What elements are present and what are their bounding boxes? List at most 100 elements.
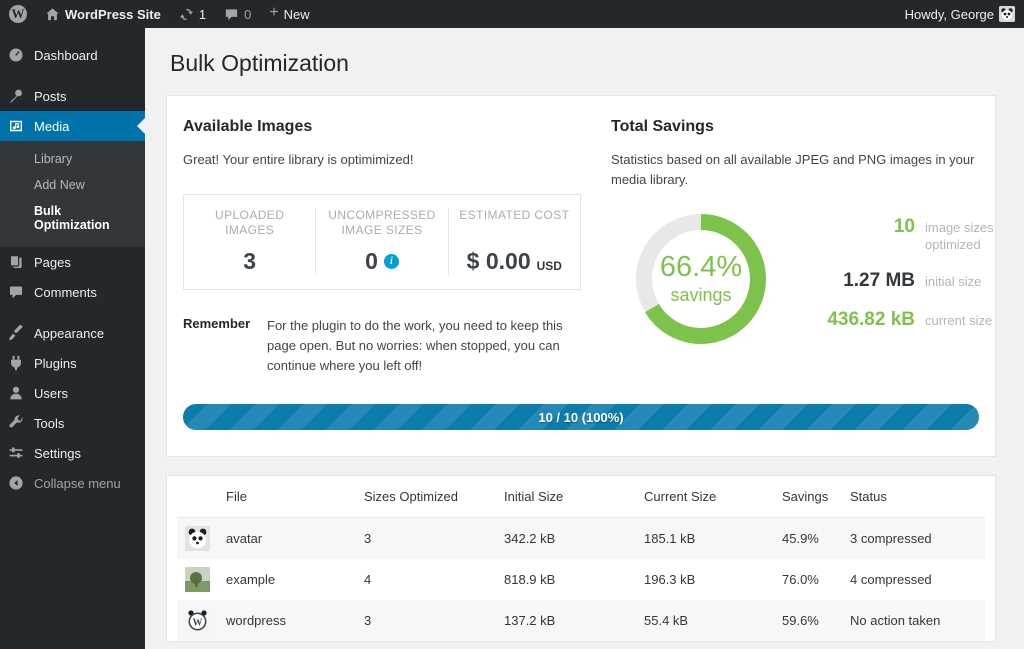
savings-percent: 66.4% (660, 253, 742, 282)
current-size: 196.3 kB (636, 559, 774, 600)
collapse-menu-button[interactable]: Collapse menu (0, 468, 145, 498)
dashboard-icon (8, 47, 25, 63)
sidebar-item-label: Tools (34, 416, 64, 431)
comments-menu[interactable]: 0 (215, 0, 260, 28)
current-size: 185.1 kB (636, 518, 774, 560)
initial-size: 137.2 kB (496, 600, 636, 641)
currency-suffix: USD (537, 259, 562, 273)
sizes-optimized: 3 (356, 518, 496, 560)
initial-size: 342.2 kB (496, 518, 636, 560)
status: 4 compressed (842, 559, 985, 600)
remember-text: For the plugin to do the work, you need … (267, 316, 581, 376)
sidebar-item-label: Appearance (34, 326, 104, 341)
sidebar-item-media[interactable]: Media (0, 111, 145, 141)
results-table: File Sizes Optimized Initial Size Curren… (177, 476, 985, 641)
sizes-optimized: 3 (356, 600, 496, 641)
stat-label: initial size (925, 274, 1024, 290)
bulk-progress-bar: 10 / 10 (100%) (183, 404, 979, 430)
thumbnail-example (185, 567, 210, 592)
main-content: Bulk Optimization Available Images Great… (145, 28, 1024, 649)
sidebar-item-plugins[interactable]: Plugins (0, 348, 145, 378)
thumbnail-wordpress: W (185, 608, 210, 633)
stat-label: UNCOMPRESSED IMAGE SIZES (322, 208, 441, 239)
stat-label: current size (925, 313, 1024, 329)
sidebar-item-label: Users (34, 386, 68, 401)
optimization-card: Available Images Great! Your entire libr… (166, 95, 996, 457)
plug-icon (8, 355, 25, 371)
stat-label: UPLOADED IMAGES (190, 208, 309, 239)
sidebar-item-tools[interactable]: Tools (0, 408, 145, 438)
header-file: File (218, 476, 356, 518)
donut-center-label: 66.4% savings (627, 205, 775, 353)
savings: 76.0% (774, 559, 842, 600)
savings: 59.6% (774, 600, 842, 641)
stat-label: ESTIMATED COST (455, 208, 574, 239)
admin-bar: W WordPress Site 1 0 + New Howdy, George (0, 0, 1024, 28)
current-size: 55.4 kB (636, 600, 774, 641)
table-header-row: File Sizes Optimized Initial Size Curren… (177, 476, 985, 518)
total-savings-title: Total Savings (611, 118, 1024, 136)
sidebar-item-posts[interactable]: Posts (0, 81, 145, 111)
sidebar-item-label: Collapse menu (34, 476, 121, 491)
sizes-optimized: 4 (356, 559, 496, 600)
submenu-item-add-new[interactable]: Add New (0, 172, 145, 198)
status: No action taken (842, 600, 985, 641)
stat-value: 0 i (322, 248, 441, 275)
sidebar-item-dashboard[interactable]: Dashboard (0, 40, 145, 70)
stat-estimated-cost: ESTIMATED COST $ 0.00 USD (448, 208, 580, 275)
remember-note: Remember For the plugin to do the work, … (183, 316, 581, 376)
sidebar-item-label: Dashboard (34, 48, 98, 63)
svg-text:W: W (193, 618, 203, 629)
comment-bubble-icon (224, 7, 239, 22)
pushpin-icon (8, 88, 25, 104)
stat-value: $ 0.00 USD (455, 248, 574, 275)
media-submenu: Library Add New Bulk Optimization (0, 141, 145, 247)
site-name-label: WordPress Site (65, 7, 161, 22)
sidebar-item-comments[interactable]: Comments (0, 277, 145, 307)
page-title: Bulk Optimization (170, 50, 996, 77)
stat-label: image sizes optimized (925, 220, 1024, 253)
sidebar-item-label: Settings (34, 446, 81, 461)
sidebar-item-appearance[interactable]: Appearance (0, 318, 145, 348)
sidebar-item-users[interactable]: Users (0, 378, 145, 408)
site-name-link[interactable]: WordPress Site (36, 0, 170, 28)
thumbnail-avatar (185, 526, 210, 551)
stat-value: 3 (190, 248, 309, 275)
library-status-message: Great! Your entire library is optimimize… (183, 150, 581, 170)
updates-icon (179, 7, 194, 22)
savings-word: savings (670, 285, 731, 306)
new-content-menu[interactable]: + New (260, 0, 318, 28)
menu-separator (0, 70, 145, 81)
howdy-label: Howdy, George (905, 7, 994, 22)
sidebar-item-pages[interactable]: Pages (0, 247, 145, 277)
my-account-menu[interactable]: Howdy, George (896, 0, 1024, 28)
file-name: wordpress (218, 600, 356, 641)
stats-box: UPLOADED IMAGES 3 UNCOMPRESSED IMAGE SIZ… (183, 194, 581, 290)
sidebar-item-label: Plugins (34, 356, 77, 371)
home-icon (45, 7, 60, 22)
stat-uncompressed-sizes: UNCOMPRESSED IMAGE SIZES 0 i (315, 208, 447, 275)
collapse-arrow-icon (8, 475, 25, 491)
stat-current-size: 436.82 kB current size (819, 309, 1024, 331)
sliders-icon (8, 445, 25, 461)
stat-uploaded-images: UPLOADED IMAGES 3 (184, 208, 315, 275)
submenu-item-bulk-optimization[interactable]: Bulk Optimization (0, 198, 145, 238)
file-name: avatar (218, 518, 356, 560)
sidebar-item-settings[interactable]: Settings (0, 438, 145, 468)
table-row: example 4 818.9 kB 196.3 kB 76.0% 4 comp… (177, 559, 985, 600)
wp-logo-menu[interactable]: W (0, 0, 36, 28)
submenu-item-library[interactable]: Library (0, 146, 145, 172)
savings-donut-chart: 66.4% savings (627, 205, 775, 353)
admin-sidebar: Dashboard Posts Media Library Add New Bu… (0, 28, 145, 649)
update-count: 1 (199, 7, 206, 22)
updates-menu[interactable]: 1 (170, 0, 215, 28)
stat-initial-size: 1.27 MB initial size (819, 270, 1024, 292)
header-savings: Savings (774, 476, 842, 518)
paintbrush-icon (8, 325, 25, 341)
info-icon[interactable]: i (384, 254, 399, 269)
stat-number: 0 (365, 248, 378, 275)
sidebar-item-label: Media (34, 119, 69, 134)
stat-value: 1.27 MB (819, 270, 915, 292)
status: 3 compressed (842, 518, 985, 560)
sidebar-item-label: Pages (34, 255, 71, 270)
